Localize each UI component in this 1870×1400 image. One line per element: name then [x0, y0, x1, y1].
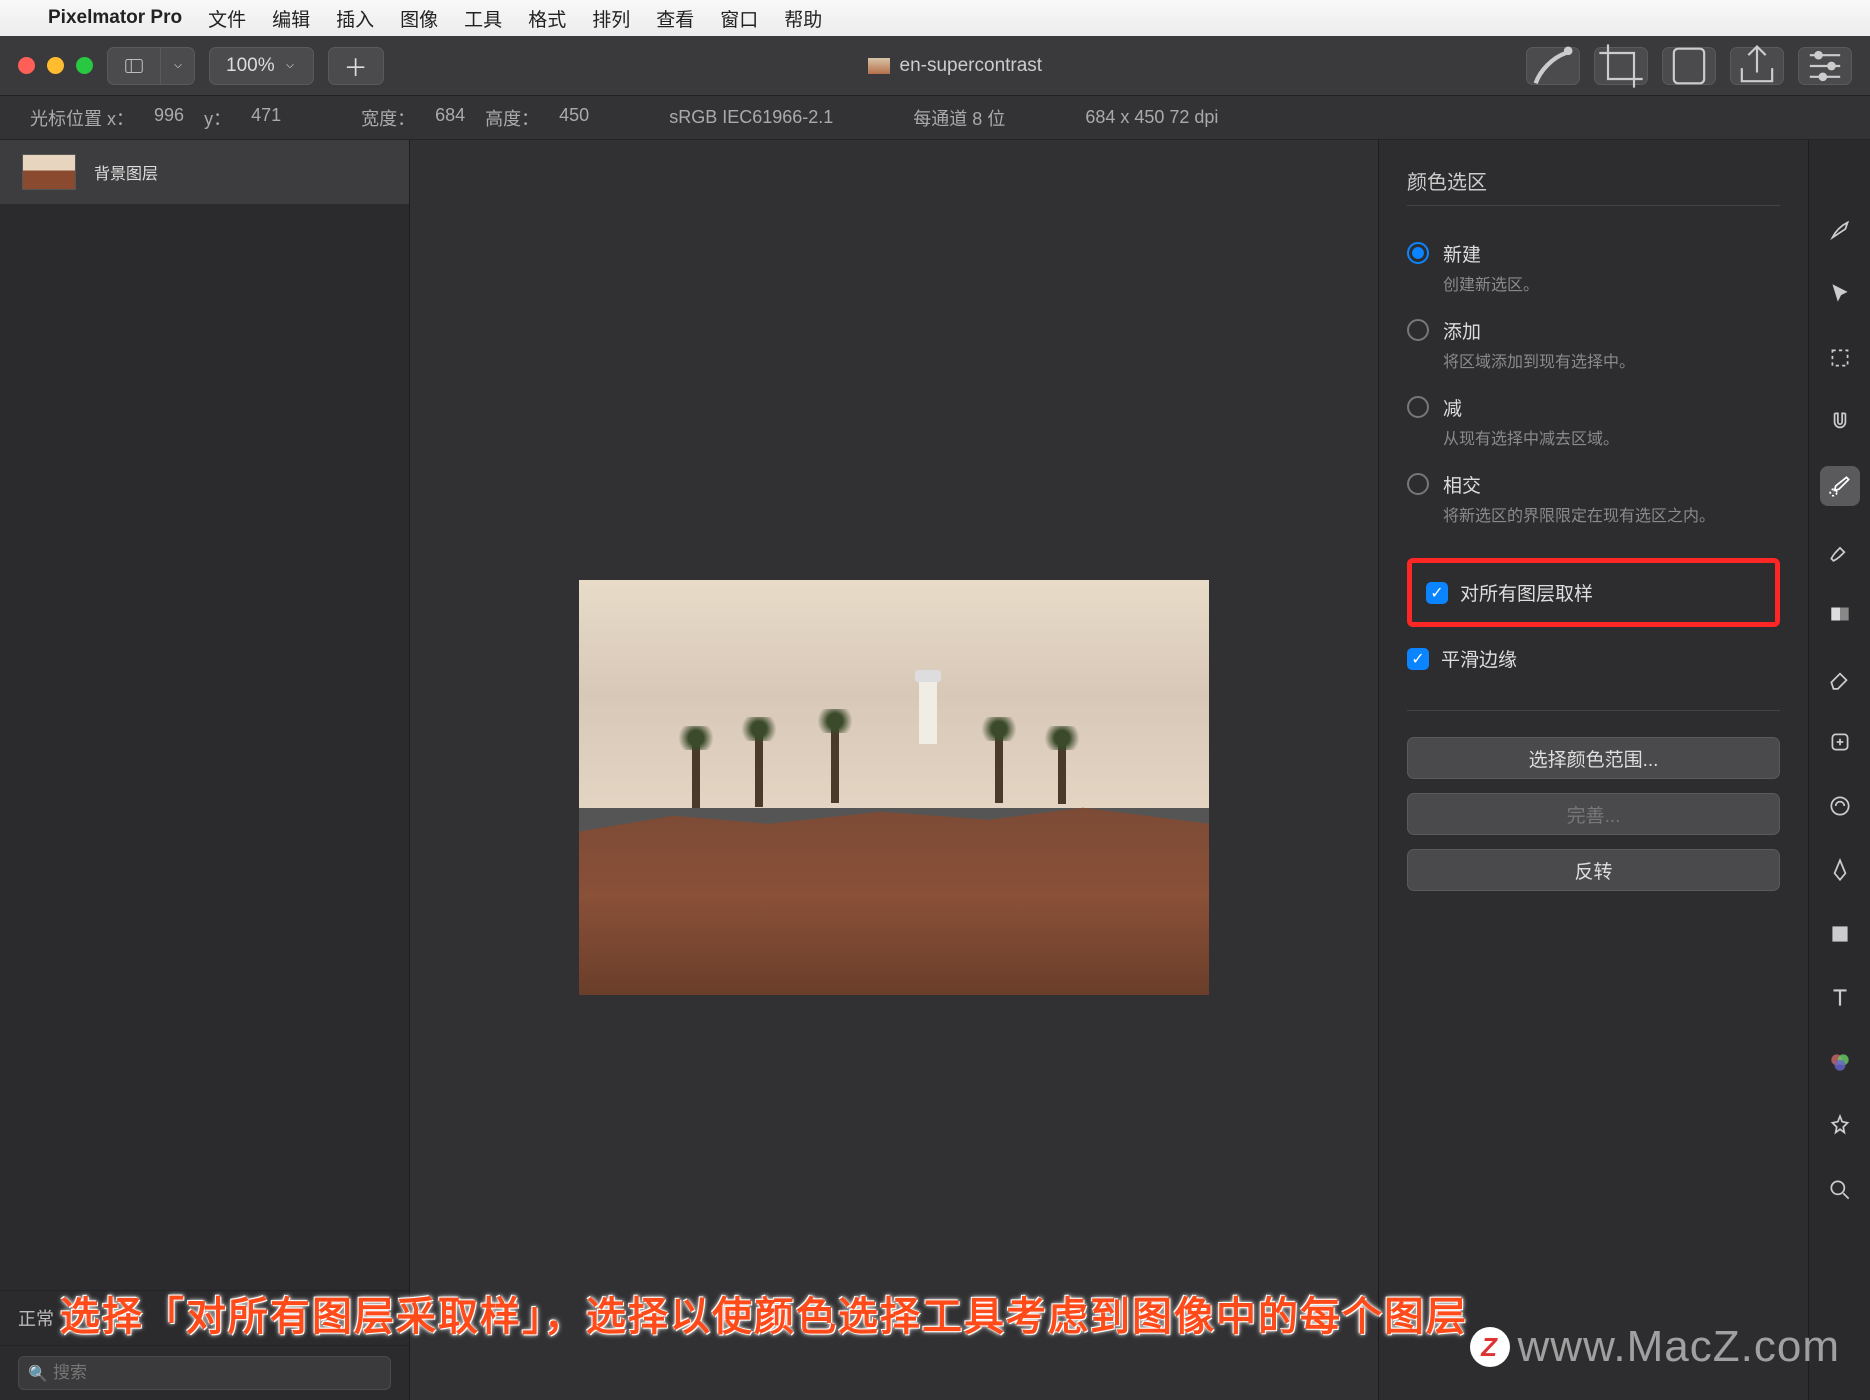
- layer-row[interactable]: 背景图层: [0, 140, 409, 204]
- layer-search-row: 🔍: [0, 1345, 409, 1400]
- radio-off-icon: [1407, 396, 1429, 418]
- brush-tool[interactable]: [1820, 530, 1860, 570]
- selection-mode-intersect[interactable]: 相交 将新选区的界限限定在现有选区之内。: [1407, 463, 1780, 528]
- type-tool[interactable]: [1820, 978, 1860, 1018]
- canvas-area[interactable]: [410, 140, 1378, 1400]
- menu-arrange[interactable]: 排列: [592, 5, 630, 32]
- checkbox-checked-icon: ✓: [1407, 648, 1429, 670]
- repair-tool[interactable]: [1820, 722, 1860, 762]
- arrow-tool[interactable]: [1820, 274, 1860, 314]
- share-button[interactable]: [1730, 47, 1784, 85]
- menu-insert[interactable]: 插入: [336, 5, 374, 32]
- selection-mode-subtract[interactable]: 减 从现有选择中减去区域。: [1407, 386, 1780, 451]
- toggle-sidebar-button[interactable]: [107, 47, 161, 85]
- menu-tools[interactable]: 工具: [464, 5, 502, 32]
- menu-help[interactable]: 帮助: [784, 5, 822, 32]
- selection-mode-new[interactable]: 新建 创建新选区。: [1407, 232, 1780, 297]
- width-label: 宽度：: [361, 105, 415, 131]
- menu-format[interactable]: 格式: [528, 5, 566, 32]
- colorspace-value: sRGB IEC61966-2.1: [669, 107, 833, 128]
- sample-all-layers-checkbox[interactable]: ✓ 对所有图层取样: [1426, 573, 1761, 612]
- selection-mode-add[interactable]: 添加 将区域添加到现有选择中。: [1407, 309, 1780, 374]
- zoom-value: 100%: [226, 55, 275, 77]
- marquee-tool[interactable]: [1820, 338, 1860, 378]
- cursor-x-label: 光标位置 x：: [30, 105, 134, 131]
- invert-button[interactable]: 反转: [1407, 849, 1780, 891]
- info-bar: 光标位置 x： 996 y： 471 宽度： 684 高度： 450 sRGB …: [0, 96, 1870, 140]
- width-value: 684: [435, 105, 465, 131]
- shape-tool[interactable]: [1820, 914, 1860, 954]
- fullscreen-window-button[interactable]: [76, 57, 93, 74]
- watermark-badge-icon: Z: [1470, 1327, 1510, 1367]
- blend-mode-dropdown[interactable]: 正常: [18, 1305, 54, 1331]
- macos-menubar: Pixelmator Pro 文件 编辑 插入 图像 工具 格式 排列 查看 窗…: [0, 0, 1870, 36]
- magnetic-tool[interactable]: [1820, 402, 1860, 442]
- smooth-edges-checkbox[interactable]: ✓ 平滑边缘: [1407, 639, 1780, 678]
- color-adjust-tool[interactable]: [1820, 1042, 1860, 1082]
- zoom-tool[interactable]: [1820, 1170, 1860, 1210]
- minimize-window-button[interactable]: [47, 57, 64, 74]
- eraser-tool[interactable]: [1820, 658, 1860, 698]
- radio-off-icon: [1407, 319, 1429, 341]
- select-color-range-button[interactable]: 选择颜色范围...: [1407, 737, 1780, 779]
- layer-thumb-icon: [22, 154, 76, 190]
- window-controls: [18, 57, 93, 74]
- crop-button[interactable]: [1594, 47, 1648, 85]
- gradient-tool[interactable]: [1820, 594, 1860, 634]
- add-button[interactable]: ＋: [328, 47, 384, 85]
- annotation-caption: 选择「对所有图层采取样」，选择以使颜色选择工具考虑到图像中的每个图层: [60, 1284, 1468, 1342]
- cursor-y-label: y：: [204, 105, 231, 131]
- watermark-text: www.MacZ.com: [1518, 1322, 1840, 1372]
- window-toolbar: 100% ＋ en-supercontrast: [0, 36, 1870, 96]
- sidebar-dropdown-button[interactable]: [161, 47, 195, 85]
- tool-rail: [1808, 140, 1870, 1400]
- height-value: 450: [559, 105, 589, 131]
- menu-window[interactable]: 窗口: [720, 5, 758, 32]
- pen-tool[interactable]: [1820, 850, 1860, 890]
- dimensions-value: 684 x 450 72 dpi: [1085, 107, 1218, 128]
- watermark: Z www.MacZ.com: [1470, 1322, 1840, 1372]
- color-select-tool[interactable]: [1820, 466, 1860, 506]
- inspector-toggle-button[interactable]: [1798, 47, 1852, 85]
- radio-off-icon: [1407, 473, 1429, 495]
- search-icon: 🔍: [28, 1364, 48, 1384]
- layers-panel: 背景图层 正常 🔍: [0, 140, 410, 1400]
- close-window-button[interactable]: [18, 57, 35, 74]
- separator: [1407, 710, 1780, 711]
- menu-file[interactable]: 文件: [208, 5, 246, 32]
- sidebar-toggle-group: [107, 47, 195, 85]
- app-window: 100% ＋ en-supercontrast 光标位置 x： 996 y： 4…: [0, 36, 1870, 1400]
- layer-search-input[interactable]: [18, 1356, 391, 1390]
- inspector-panel: 颜色选区 新建 创建新选区。 添加 将区域添加到现有选择中。 减: [1378, 140, 1808, 1400]
- menu-view[interactable]: 查看: [656, 5, 694, 32]
- app-name[interactable]: Pixelmator Pro: [48, 7, 182, 29]
- document-title: en-supercontrast: [398, 55, 1512, 77]
- warp-tool[interactable]: [1820, 786, 1860, 826]
- zoom-dropdown[interactable]: 100%: [209, 47, 314, 85]
- layer-name: 背景图层: [94, 160, 158, 184]
- style-tool[interactable]: [1820, 210, 1860, 250]
- refine-button[interactable]: 完善...: [1407, 793, 1780, 835]
- inspector-title: 颜色选区: [1407, 166, 1780, 206]
- bit-depth-value: 每通道 8 位: [913, 105, 1005, 131]
- color-picker-button[interactable]: [1526, 47, 1580, 85]
- height-label: 高度：: [485, 105, 539, 131]
- menu-edit[interactable]: 编辑: [272, 5, 310, 32]
- effects-tool[interactable]: [1820, 1106, 1860, 1146]
- checkbox-checked-icon: ✓: [1426, 582, 1448, 604]
- document-thumb-icon: [868, 58, 890, 74]
- menu-image[interactable]: 图像: [400, 5, 438, 32]
- cursor-y-value: 471: [251, 105, 281, 131]
- export-button[interactable]: [1662, 47, 1716, 85]
- cursor-x-value: 996: [154, 105, 184, 131]
- document-image: [579, 580, 1209, 995]
- annotation-highlight: ✓ 对所有图层取样: [1407, 558, 1780, 627]
- radio-on-icon: [1407, 242, 1429, 264]
